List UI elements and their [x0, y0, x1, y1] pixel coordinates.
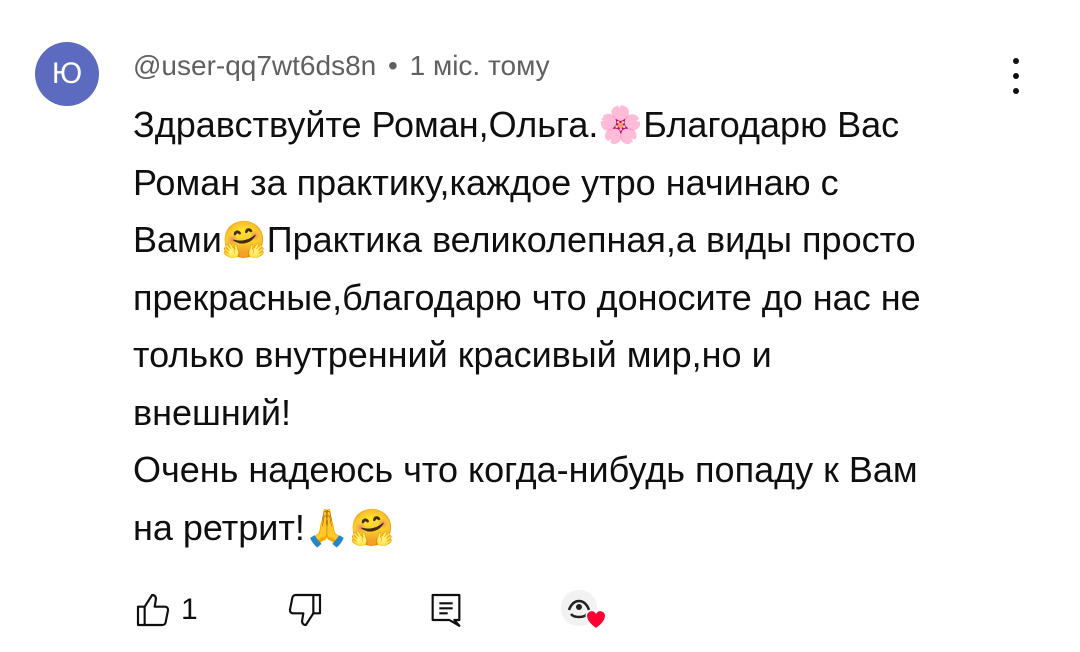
comment-meta: @user-qq7wt6ds8n • 1 міс. тому	[133, 50, 550, 82]
dislike-button[interactable]	[285, 585, 325, 635]
creator-heart-button[interactable]	[559, 585, 607, 635]
comment-reply-icon	[426, 590, 466, 630]
thumbs-up-icon	[133, 590, 173, 630]
timestamp[interactable]: 1 міс. тому	[410, 50, 550, 81]
like-count: 1	[181, 593, 198, 626]
reply-button[interactable]	[426, 585, 466, 635]
more-vertical-icon[interactable]	[1002, 58, 1030, 94]
avatar-letter: Ю	[51, 57, 83, 90]
author-handle[interactable]: @user-qq7wt6ds8n	[133, 50, 376, 81]
thumbs-down-icon	[285, 590, 325, 630]
comment-text: Здравствуйте Роман,Ольга.🌸Благодарю Вас …	[133, 104, 921, 548]
menu-dot	[1013, 73, 1019, 79]
meta-separator: •	[388, 50, 398, 81]
menu-dot	[1013, 88, 1019, 94]
avatar[interactable]: Ю	[35, 42, 99, 106]
creator-heart-icon	[559, 586, 607, 634]
like-button[interactable]: 1	[133, 585, 198, 635]
menu-dot	[1013, 58, 1019, 64]
